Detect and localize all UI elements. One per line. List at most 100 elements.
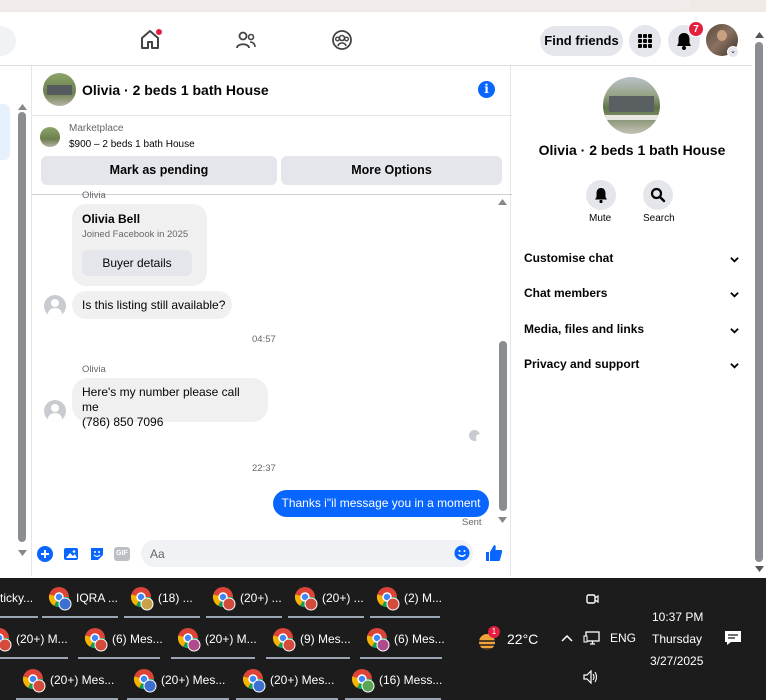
taskbar-window[interactable]: (20+) Mes... (16, 662, 122, 700)
taskbar-window-label: IQRA ... (76, 591, 119, 605)
photo-icon[interactable] (63, 546, 79, 562)
section-privacy-support[interactable]: Privacy and support (524, 357, 739, 377)
timestamp: 04:57 (252, 334, 276, 345)
notification-badge: 7 (688, 21, 704, 37)
section-label: Privacy and support (524, 357, 640, 371)
taskbar-window[interactable]: (20+) ... (206, 580, 287, 618)
info-listing-avatar[interactable] (603, 77, 660, 134)
active-chat-highlight (0, 104, 10, 160)
taskbar-window[interactable]: (20+) M... (171, 621, 259, 659)
taskbar-window[interactable]: (6) Mes... (78, 621, 164, 659)
mute-button[interactable] (586, 180, 616, 210)
temperature[interactable]: 22°C (507, 631, 538, 647)
more-options-button[interactable]: More Options (281, 156, 502, 185)
volume-icon[interactable] (583, 670, 599, 684)
message-input[interactable]: Aa (141, 540, 473, 567)
clock-date[interactable]: 3/27/2025 (650, 654, 703, 668)
taskbar-window-label: (20+) Mes... (50, 673, 115, 687)
taskbar-window[interactable]: (9) Mes... (266, 621, 352, 659)
network-icon[interactable] (583, 630, 601, 646)
taskbar-window[interactable]: (2) M... (370, 580, 451, 618)
chevron-up-icon[interactable] (561, 634, 573, 642)
listing-avatar[interactable] (43, 73, 76, 106)
message-line: (786) 850 7096 (82, 415, 164, 429)
emoji-icon[interactable] (454, 545, 470, 561)
taskbar-window-label: (20+) M... (205, 632, 257, 646)
menu-button[interactable] (629, 25, 661, 57)
chevron-down-icon (730, 363, 739, 369)
page-scroll-thumb[interactable] (755, 42, 763, 562)
message-bubble[interactable]: Is this listing still available? (72, 291, 232, 319)
profile-joined: Joined Facebook in 2025 (82, 229, 189, 240)
message-bubble[interactable]: Here's my number please call me (786) 85… (72, 378, 268, 429)
taskbar-window[interactable]: IQRA ... (42, 580, 123, 618)
taskbar-window[interactable]: ticky... (0, 580, 40, 618)
scroll-down-icon[interactable] (18, 550, 27, 556)
clock-time[interactable]: 10:37 PM (652, 610, 703, 624)
message-line: Here's my number please call me (82, 385, 240, 414)
chat-scroll-up-icon[interactable] (498, 199, 507, 205)
profile-card: Olivia Bell Joined Facebook in 2025 Buye… (72, 204, 207, 286)
taskbar-window-label: ticky... (0, 591, 34, 605)
chrome-icon (294, 587, 318, 611)
search-bar[interactable] (0, 26, 16, 56)
taskbar-window[interactable]: (20+) M... (0, 621, 70, 659)
taskbar-window-label: (2) M... (404, 591, 442, 605)
outgoing-message-bubble[interactable]: Thanks i"il message you in a moment (273, 490, 489, 517)
clock-day[interactable]: Thursday (652, 632, 702, 646)
groups-icon[interactable] (330, 28, 354, 52)
chat-info-panel: Olivia · 2 beds 1 bath House Mute Search… (512, 66, 752, 576)
search-button[interactable] (643, 180, 673, 210)
language-indicator[interactable]: ENG (610, 631, 636, 645)
page-scroll-up-icon[interactable] (755, 32, 764, 38)
chat-window: Olivia · 2 beds 1 bath House i Marketpla… (31, 66, 512, 576)
taskbar-window[interactable]: (6) Mes... (360, 621, 446, 659)
buyer-details-button[interactable]: Buyer details (82, 250, 192, 276)
chat-title[interactable]: Olivia · 2 beds 1 bath House (82, 82, 269, 98)
taskbar-window[interactable]: (20+) Mes... (127, 662, 233, 700)
section-chat-members[interactable]: Chat members (524, 286, 739, 306)
notification-center-icon[interactable] (724, 629, 742, 647)
taskbar-window[interactable]: (18) ... (124, 580, 205, 618)
sender-avatar (44, 400, 66, 422)
section-media-files-links[interactable]: Media, files and links (524, 322, 739, 342)
search-label: Search (643, 213, 675, 224)
taskbar-window-label: (16) Mess... (379, 673, 443, 687)
chat-scrollbar[interactable] (499, 341, 507, 511)
message-status: Sent (462, 517, 482, 528)
chrome-icon (22, 669, 46, 693)
thumbs-up-icon[interactable] (485, 544, 503, 562)
friends-icon[interactable] (234, 28, 258, 52)
account-chevron-icon[interactable]: ⌄ (727, 46, 739, 58)
gif-icon[interactable]: GIF (114, 547, 130, 561)
sender-avatar (44, 295, 66, 317)
sidebar-scrollbar[interactable] (18, 112, 26, 542)
meet-now-icon[interactable] (584, 591, 600, 607)
listing-price-title[interactable]: $900 – 2 beds 1 bath House (69, 139, 195, 150)
find-friends-button[interactable]: Find friends (540, 26, 623, 56)
left-sidebar (0, 66, 30, 576)
mark-as-pending-button[interactable]: Mark as pending (41, 156, 277, 185)
chat-scroll-down-icon[interactable] (498, 517, 507, 523)
taskbar-window[interactable]: (20+) Mes... (236, 662, 342, 700)
taskbar-window[interactable]: (20+) ... (288, 580, 369, 618)
listing-thumbnail (40, 127, 60, 147)
message-placeholder: Aa (150, 547, 165, 561)
taskbar-window[interactable]: (16) Mess... (345, 662, 446, 700)
info-icon[interactable]: i (478, 81, 495, 98)
sticker-icon[interactable] (89, 546, 105, 562)
scroll-up-icon[interactable] (18, 104, 27, 110)
marketplace-bar: Marketplace $900 – 2 beds 1 bath House M… (32, 115, 512, 195)
taskbar-window-label: (20+) ... (240, 591, 282, 605)
page-scrollbar[interactable] (752, 30, 766, 578)
page-scroll-down-icon[interactable] (755, 566, 764, 572)
timestamp: 22:37 (252, 463, 276, 474)
home-icon[interactable] (138, 28, 162, 52)
marketplace-label: Marketplace (69, 123, 124, 134)
chrome-icon (177, 628, 201, 652)
browser-top-strip (0, 0, 766, 12)
chrome-icon (366, 628, 390, 652)
weather-alert-badge: 1 (488, 626, 500, 638)
plus-icon[interactable] (37, 546, 53, 562)
section-customise-chat[interactable]: Customise chat (524, 251, 739, 271)
